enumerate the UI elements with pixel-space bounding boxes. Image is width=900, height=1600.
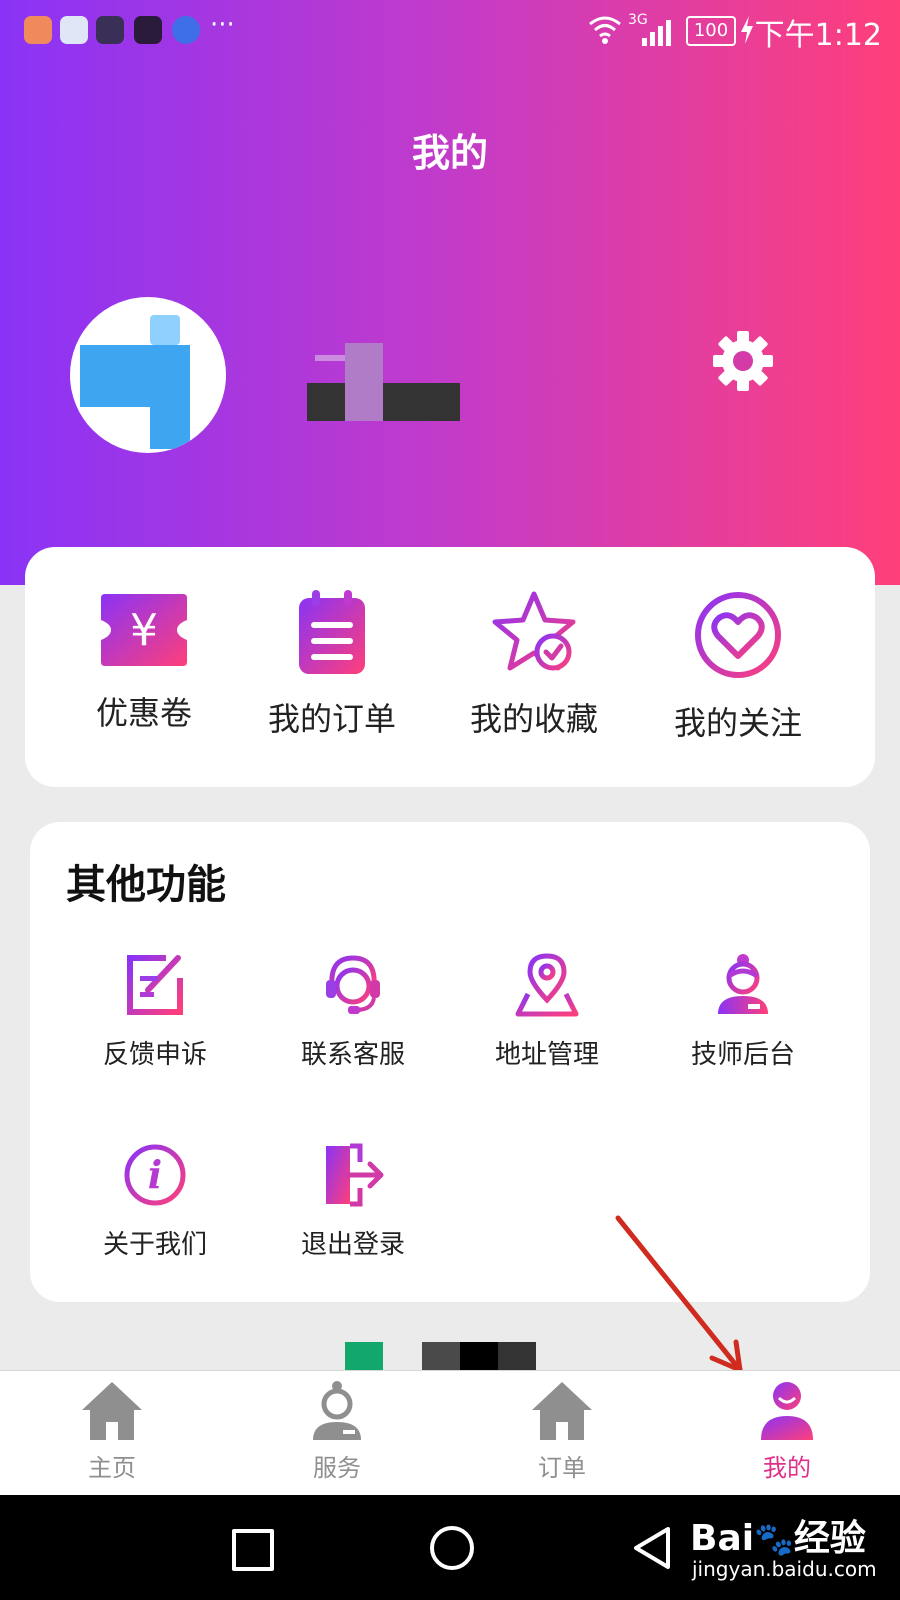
address-management-label: 地址管理 bbox=[494, 1040, 599, 1070]
heart-icon bbox=[695, 592, 781, 678]
order-icon bbox=[299, 590, 365, 674]
avatar[interactable] bbox=[70, 297, 226, 453]
my-favorites-button[interactable]: 我的收藏 bbox=[434, 590, 634, 740]
feedback-label: 反馈申诉 bbox=[102, 1040, 207, 1070]
logout-label: 退出登录 bbox=[300, 1230, 405, 1260]
browser-app-icon bbox=[60, 16, 88, 44]
tab-service[interactable]: 服务 bbox=[247, 1380, 427, 1483]
my-orders-button[interactable]: 我的订单 bbox=[232, 590, 432, 740]
coupon-label: 优惠卷 bbox=[95, 694, 192, 732]
username-redacted-block bbox=[315, 355, 345, 361]
system-navigation-bar: Bai🐾经验 jingyan.baidu.com bbox=[0, 1495, 900, 1600]
watermark-url: jingyan.baidu.com bbox=[692, 1557, 877, 1581]
charging-icon bbox=[741, 16, 753, 44]
service-icon bbox=[313, 1381, 361, 1440]
notification-app-icon bbox=[24, 16, 52, 44]
my-orders-label: 我的订单 bbox=[267, 700, 396, 738]
feedback-icon bbox=[127, 955, 183, 1015]
technician-icon bbox=[718, 954, 768, 1014]
about-us-label: 关于我们 bbox=[102, 1230, 207, 1260]
profile-header bbox=[0, 0, 900, 585]
settings-gear-icon[interactable] bbox=[712, 330, 774, 392]
home-icon bbox=[82, 1382, 142, 1440]
logout-icon bbox=[326, 1143, 384, 1207]
paw-icon: 🐾 bbox=[754, 1520, 794, 1558]
tab-profile[interactable]: 我的 bbox=[697, 1380, 877, 1483]
about-us-button[interactable]: i 关于我们 bbox=[60, 1142, 250, 1261]
weather-app-icon bbox=[172, 16, 200, 44]
customer-service-icon bbox=[326, 955, 380, 1014]
logout-button[interactable]: 退出登录 bbox=[258, 1142, 448, 1261]
customer-service-label: 联系客服 bbox=[300, 1040, 405, 1070]
avatar-shape bbox=[150, 315, 180, 345]
clock: 下午1:12 bbox=[754, 18, 882, 53]
svg-text:i: i bbox=[148, 1152, 162, 1197]
tab-home-label: 主页 bbox=[88, 1454, 136, 1482]
favorite-star-icon bbox=[492, 591, 576, 671]
watermark-logo: Bai🐾经验 bbox=[690, 1509, 866, 1561]
shield-app-icon bbox=[96, 16, 124, 44]
technician-backend-button[interactable]: 技师后台 bbox=[648, 952, 838, 1071]
huawei-app-icon bbox=[134, 16, 162, 44]
coupon-icon: ¥ bbox=[101, 594, 187, 666]
tab-profile-label: 我的 bbox=[763, 1454, 811, 1482]
tab-home[interactable]: 主页 bbox=[22, 1380, 202, 1483]
signal-icon bbox=[642, 20, 671, 46]
profile-icon bbox=[761, 1382, 813, 1440]
battery-level: 100 bbox=[693, 20, 729, 41]
more-notifications-icon: ··· bbox=[210, 10, 235, 40]
info-icon: i bbox=[124, 1144, 186, 1206]
my-follows-label: 我的关注 bbox=[673, 704, 802, 742]
battery-icon: 100 bbox=[686, 16, 736, 46]
coupon-button[interactable]: ¥ 优惠卷 bbox=[44, 590, 244, 734]
my-favorites-label: 我的收藏 bbox=[469, 700, 598, 738]
recent-apps-icon[interactable] bbox=[232, 1529, 274, 1571]
back-triangle-icon[interactable] bbox=[632, 1525, 672, 1571]
svg-text:¥: ¥ bbox=[130, 605, 158, 656]
tab-service-label: 服务 bbox=[313, 1454, 361, 1482]
customer-service-button[interactable]: 联系客服 bbox=[258, 952, 448, 1071]
my-follows-button[interactable]: 我的关注 bbox=[638, 590, 838, 744]
feedback-button[interactable]: 反馈申诉 bbox=[60, 952, 250, 1071]
username-redacted-block bbox=[345, 343, 383, 421]
status-bar: ··· 3G 100 下午1:12 bbox=[0, 0, 900, 62]
wifi-icon bbox=[589, 16, 621, 44]
order-home-icon bbox=[532, 1382, 592, 1440]
home-circle-icon[interactable] bbox=[430, 1526, 474, 1570]
location-icon bbox=[515, 953, 579, 1017]
username-redacted bbox=[307, 383, 460, 421]
section-title: 其他功能 bbox=[66, 862, 226, 908]
avatar-shape bbox=[150, 345, 190, 449]
annotation-arrow bbox=[615, 1215, 743, 1373]
page-title: 我的 bbox=[411, 131, 488, 175]
tab-orders-label: 订单 bbox=[538, 1454, 586, 1482]
watermark-brand: Bai bbox=[690, 1518, 755, 1559]
address-management-button[interactable]: 地址管理 bbox=[452, 952, 642, 1071]
technician-backend-label: 技师后台 bbox=[690, 1040, 795, 1070]
watermark-suffix: 经验 bbox=[793, 1518, 866, 1559]
tab-orders[interactable]: 订单 bbox=[472, 1380, 652, 1483]
